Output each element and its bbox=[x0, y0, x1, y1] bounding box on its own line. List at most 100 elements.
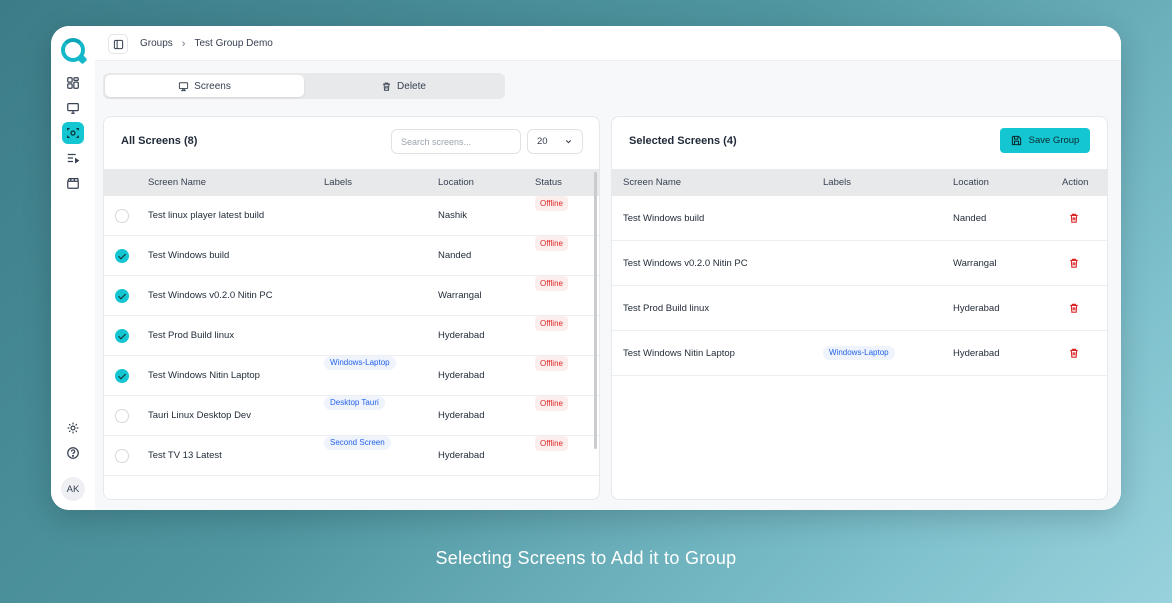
table-row: Test Prod Build linux Hyderabad bbox=[612, 286, 1107, 331]
column-header[interactable]: Screen Name bbox=[148, 169, 206, 196]
delete-icon[interactable] bbox=[1068, 212, 1080, 224]
screen-location: Hyderabad bbox=[953, 303, 1000, 314]
caption: Selecting Screens to Add it to Group bbox=[435, 548, 737, 568]
breadcrumb-groups[interactable]: Groups bbox=[140, 38, 173, 49]
label-badge: Desktop Tauri bbox=[324, 396, 385, 410]
row-checkbox[interactable] bbox=[115, 409, 129, 423]
row-checkbox[interactable] bbox=[115, 249, 129, 263]
column-header[interactable]: Action bbox=[1062, 169, 1088, 196]
screen-location: Hyderabad bbox=[438, 450, 485, 461]
selected-screens-table-header: Screen Name Labels Location Action bbox=[612, 169, 1107, 196]
column-header[interactable]: Status bbox=[535, 169, 562, 196]
sidebar-toggle-icon[interactable] bbox=[108, 34, 128, 54]
label-badge: Second Screen bbox=[324, 436, 391, 450]
breadcrumb-current: Test Group Demo bbox=[194, 38, 273, 49]
save-group-button[interactable]: Save Group bbox=[1000, 128, 1090, 153]
table-row[interactable]: Test linux player latest build Nashik Offl… bbox=[104, 196, 599, 236]
column-header[interactable]: Screen Name bbox=[623, 169, 681, 196]
row-checkbox[interactable] bbox=[115, 369, 129, 383]
all-screens-table-header: Screen Name Labels Location Status bbox=[104, 169, 599, 196]
screen-name: Test TV 13 Latest bbox=[148, 450, 222, 461]
screen-name: Test Prod Build linux bbox=[148, 330, 235, 341]
table-row[interactable]: Test Windows Nitin Laptop Windows-Laptop H… bbox=[104, 356, 599, 396]
status-badge: Offline bbox=[535, 276, 568, 291]
user-avatar[interactable]: AK bbox=[61, 477, 85, 501]
trash-icon bbox=[383, 82, 390, 91]
row-checkbox[interactable] bbox=[115, 209, 129, 223]
screen-location: Warrangal bbox=[953, 258, 997, 269]
screen-location: Nashik bbox=[438, 210, 468, 221]
delete-icon[interactable] bbox=[1068, 257, 1080, 269]
view-switcher: Screens Delete bbox=[103, 73, 505, 99]
tab-screens[interactable]: Screens bbox=[105, 75, 304, 97]
table-row: Test Windows build Nanded bbox=[612, 196, 1107, 241]
screen-name: Tauri Linux Desktop Dev bbox=[148, 410, 251, 421]
table-row[interactable]: Test TV 13 Latest Second Screen Hyderabad O… bbox=[104, 436, 599, 476]
cast-icon bbox=[179, 81, 189, 91]
scrollbar[interactable] bbox=[594, 172, 597, 449]
screen-name: Test Windows Nitin Laptop bbox=[623, 348, 735, 359]
selected-screens-title: Selected Screens (4) bbox=[629, 135, 737, 147]
row-checkbox[interactable] bbox=[115, 449, 129, 463]
status-badge: Offline bbox=[535, 396, 568, 411]
screen-name: Test Windows build bbox=[623, 213, 705, 224]
tab-screens-label: Screens bbox=[194, 80, 231, 92]
row-checkbox[interactable] bbox=[115, 329, 129, 343]
delete-icon[interactable] bbox=[1068, 302, 1080, 314]
screen-location: Hyderabad bbox=[953, 348, 1000, 359]
screen-location: Hyderabad bbox=[438, 330, 485, 341]
delete-icon[interactable] bbox=[1068, 347, 1080, 359]
status-badge: Offline bbox=[535, 316, 568, 331]
screen-location: Hyderabad bbox=[438, 410, 485, 421]
screen-name: Test Prod Build linux bbox=[623, 303, 710, 314]
column-header[interactable]: Labels bbox=[823, 169, 851, 196]
chevron-down-icon bbox=[565, 140, 572, 144]
table-row[interactable]: Test Windows build Nanded Offline bbox=[104, 236, 599, 276]
table-row: Test Windows Nitin Laptop Windows-Laptop H… bbox=[612, 331, 1107, 376]
screen-name: Test linux player latest build bbox=[148, 210, 265, 221]
status-badge: Offline bbox=[535, 196, 568, 211]
save-icon bbox=[1011, 135, 1021, 146]
top-bar: Groups › Test Group Demo bbox=[95, 26, 1121, 61]
table-row[interactable]: Test Prod Build linux Hyderabad Offline bbox=[104, 316, 599, 356]
screen-name: Test Windows v0.2.0 Nitin PC bbox=[148, 290, 273, 301]
status-badge: Offline bbox=[535, 356, 568, 371]
nav-rail: AK bbox=[51, 26, 95, 510]
screen-location: Hyderabad bbox=[438, 370, 485, 381]
monitor-icon[interactable] bbox=[62, 97, 84, 119]
all-screens-title: All Screens (8) bbox=[121, 135, 198, 147]
column-header[interactable]: Location bbox=[953, 169, 989, 196]
row-checkbox[interactable] bbox=[115, 289, 129, 303]
page-size-value: 20 bbox=[537, 136, 548, 147]
screen-name: Test Windows build bbox=[148, 250, 230, 261]
page-size-select[interactable]: 20 bbox=[527, 129, 583, 154]
save-group-label: Save Group bbox=[1028, 135, 1080, 146]
status-badge: Offline bbox=[535, 436, 568, 451]
table-row[interactable]: Tauri Linux Desktop Dev Desktop Tauri Hyde… bbox=[104, 396, 599, 436]
screen-name: Test Windows v0.2.0 Nitin PC bbox=[623, 258, 748, 269]
all-screens-panel: All Screens (8) Search screens... 20 Scr… bbox=[103, 116, 600, 500]
label-badge: Windows-Laptop bbox=[823, 346, 895, 360]
playlist-icon[interactable] bbox=[62, 147, 84, 169]
tab-delete-label: Delete bbox=[397, 80, 426, 92]
screen-location: Nanded bbox=[953, 213, 987, 224]
column-header[interactable]: Location bbox=[438, 169, 474, 196]
main-content: Groups › Test Group Demo Screens Delete … bbox=[95, 26, 1121, 510]
clapperboard-icon[interactable] bbox=[62, 172, 84, 194]
dashboard-icon[interactable] bbox=[62, 72, 84, 94]
table-row[interactable]: Test Windows v0.2.0 Nitin PC Warrangal Off… bbox=[104, 276, 599, 316]
table-row: Test Windows v0.2.0 Nitin PC Warrangal bbox=[612, 241, 1107, 286]
settings-icon[interactable] bbox=[62, 417, 84, 439]
tab-delete[interactable]: Delete bbox=[304, 75, 503, 97]
screen-location: Warrangal bbox=[438, 290, 482, 301]
app-window: AK Groups › Test Group Demo Screens Dele… bbox=[51, 26, 1121, 510]
screen-location: Nanded bbox=[438, 250, 472, 261]
column-header[interactable]: Labels bbox=[324, 169, 352, 196]
screen-groups-icon[interactable] bbox=[62, 122, 84, 144]
search-input[interactable]: Search screens... bbox=[391, 129, 521, 154]
help-icon[interactable] bbox=[62, 442, 84, 464]
label-badge: Windows-Laptop bbox=[324, 356, 396, 370]
breadcrumb: Groups › Test Group Demo bbox=[140, 26, 273, 61]
app-logo[interactable] bbox=[61, 38, 85, 62]
chevron-right-icon: › bbox=[181, 37, 186, 50]
